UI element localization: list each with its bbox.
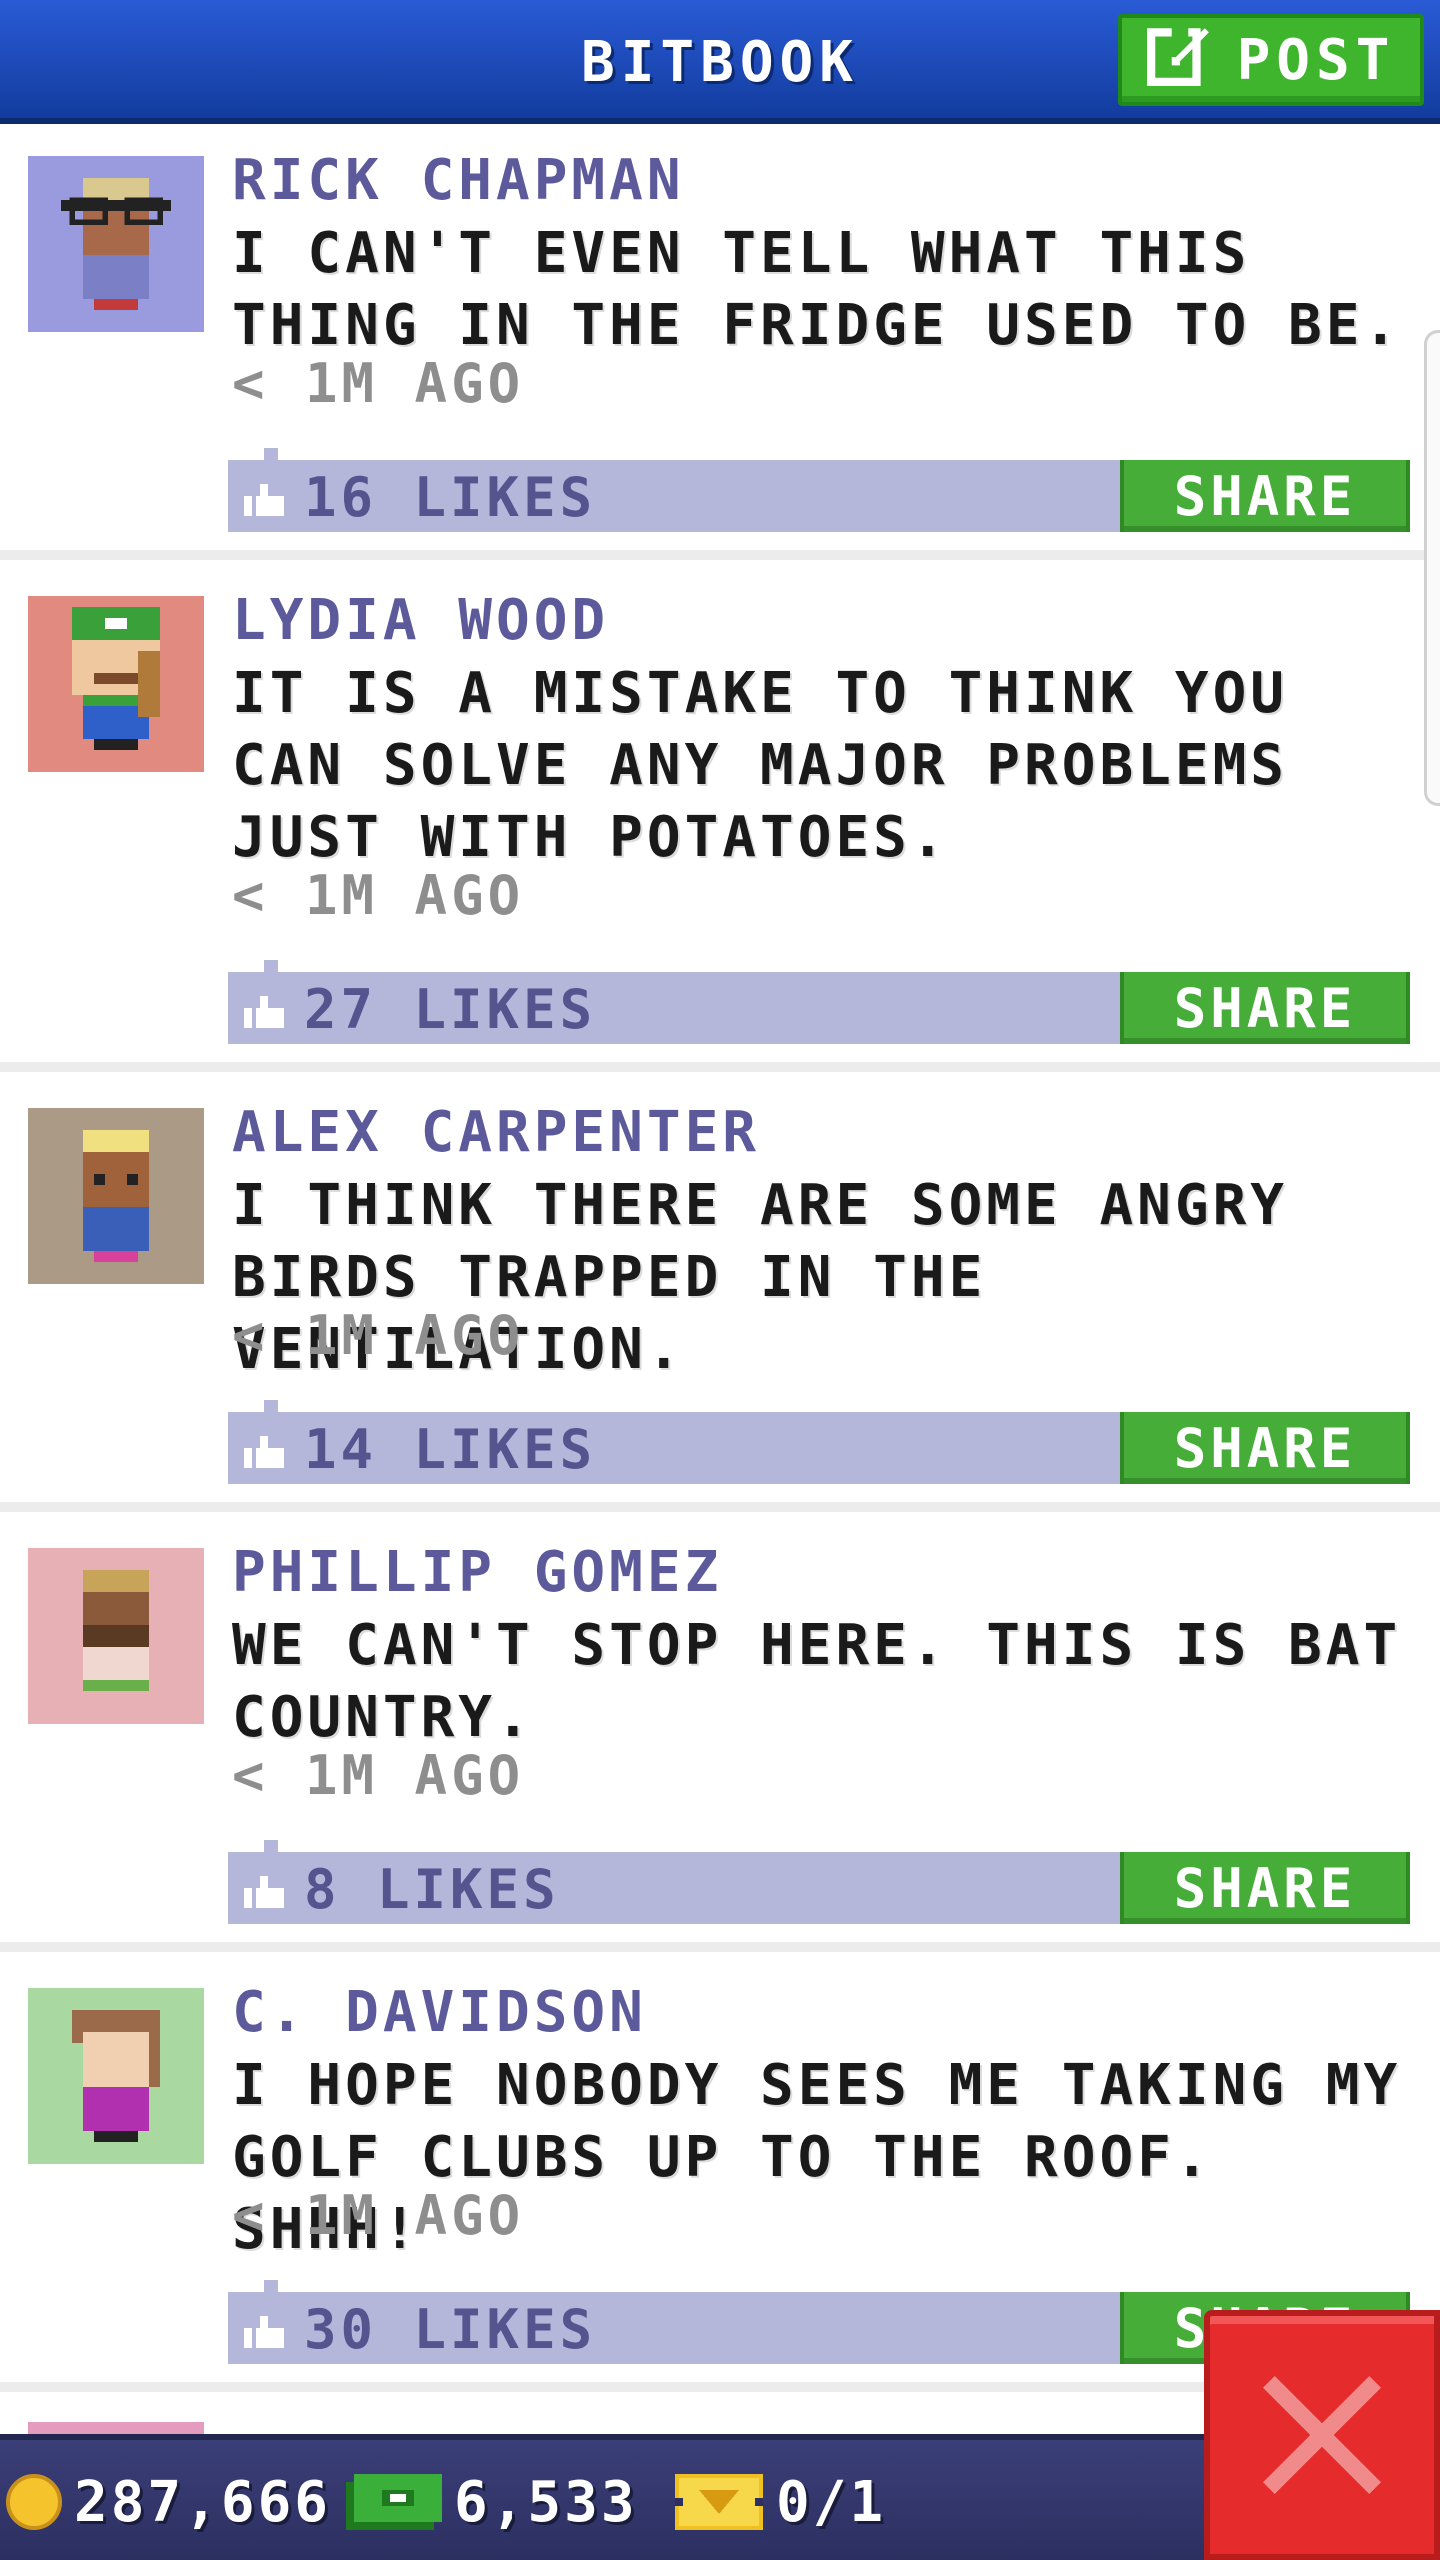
- divider: [0, 1062, 1440, 1072]
- thumbs-up-icon[interactable]: [244, 1436, 284, 1468]
- post-time: < 1M AGO: [232, 352, 525, 415]
- likes-count: 27 LIKES: [304, 978, 597, 1041]
- thumbs-up-icon[interactable]: [244, 2316, 284, 2348]
- avatar[interactable]: [28, 1988, 204, 2164]
- coins-count: 287,666: [74, 2469, 332, 2535]
- thumbs-up-icon[interactable]: [244, 996, 284, 1028]
- post-time: < 1M AGO: [232, 1744, 525, 1807]
- post-time: < 1M AGO: [232, 864, 525, 927]
- coin-icon: [6, 2474, 62, 2530]
- likes-bar: 16 LIKES SHARE: [228, 448, 1410, 532]
- post-author[interactable]: RICK CHAPMAN: [232, 148, 685, 213]
- coins-stat[interactable]: 287,666: [6, 2462, 331, 2542]
- post-item: LYDIA WOOD IT IS A MISTAKE TO THINK YOU …: [0, 570, 1440, 1080]
- post-feed[interactable]: RICK CHAPMAN I CAN'T EVEN TELL WHAT THIS…: [0, 130, 1440, 2430]
- share-button[interactable]: SHARE: [1120, 972, 1410, 1044]
- edit-icon: [1146, 20, 1213, 100]
- post-message: WE CAN'T STOP HERE. THIS IS BAT COUNTRY.: [232, 1613, 1402, 1750]
- post-item: ALEX CARPENTER I THINK THERE ARE SOME AN…: [0, 1082, 1440, 1522]
- bux-icon: [346, 2474, 442, 2530]
- share-button[interactable]: SHARE: [1120, 460, 1410, 532]
- avatar[interactable]: [28, 1548, 204, 1724]
- divider: [0, 1502, 1440, 1512]
- close-button[interactable]: [1204, 2310, 1440, 2560]
- post-author[interactable]: LYDIA WOOD: [232, 588, 609, 653]
- bux-count: 6,533: [454, 2469, 638, 2535]
- vip-ticket-icon: [675, 2474, 763, 2530]
- likes-count: 16 LIKES: [304, 466, 597, 529]
- app-header: BITBOOK POST: [0, 0, 1440, 124]
- likes-count: 8 LIKES: [304, 1858, 560, 1921]
- likes-bar: 27 LIKES SHARE: [228, 960, 1410, 1044]
- thumbs-up-icon[interactable]: [244, 1876, 284, 1908]
- post-item: PHILLIP GOMEZ WE CAN'T STOP HERE. THIS I…: [0, 1522, 1440, 1962]
- vip-count: 0/1: [776, 2469, 887, 2535]
- likes-bar: 8 LIKES SHARE: [228, 1840, 1410, 1924]
- post-message: IT IS A MISTAKE TO THINK YOU CAN SOLVE A…: [232, 661, 1289, 870]
- post-time: < 1M AGO: [232, 1304, 525, 1367]
- share-button[interactable]: SHARE: [1120, 1412, 1410, 1484]
- post-message: I CAN'T EVEN TELL WHAT THIS THING IN THE…: [232, 221, 1402, 358]
- avatar[interactable]: [28, 156, 204, 332]
- post-author[interactable]: PHILLIP GOMEZ: [232, 1540, 722, 1605]
- divider: [0, 1942, 1440, 1952]
- bux-stat[interactable]: 6,533: [346, 2462, 638, 2542]
- likes-count: 30 LIKES: [304, 2298, 597, 2361]
- scrollbar[interactable]: [1424, 330, 1440, 806]
- post-item: RICK CHAPMAN I CAN'T EVEN TELL WHAT THIS…: [0, 130, 1440, 560]
- avatar[interactable]: [28, 596, 204, 772]
- post-author[interactable]: ALEX CARPENTER: [232, 1100, 760, 1165]
- post-author[interactable]: C. DAVIDSON: [232, 1980, 647, 2045]
- thumbs-up-icon[interactable]: [244, 484, 284, 516]
- likes-bar: 14 LIKES SHARE: [228, 1400, 1410, 1484]
- post-time: < 1M AGO: [232, 2184, 525, 2247]
- post-button-label: POST: [1236, 27, 1396, 93]
- likes-count: 14 LIKES: [304, 1418, 597, 1481]
- divider: [0, 550, 1440, 560]
- share-button[interactable]: SHARE: [1120, 1852, 1410, 1924]
- avatar[interactable]: [28, 1108, 204, 1284]
- vip-stat[interactable]: 0/1: [674, 2462, 886, 2542]
- post-button[interactable]: POST: [1118, 14, 1424, 106]
- close-icon: [1263, 2376, 1381, 2494]
